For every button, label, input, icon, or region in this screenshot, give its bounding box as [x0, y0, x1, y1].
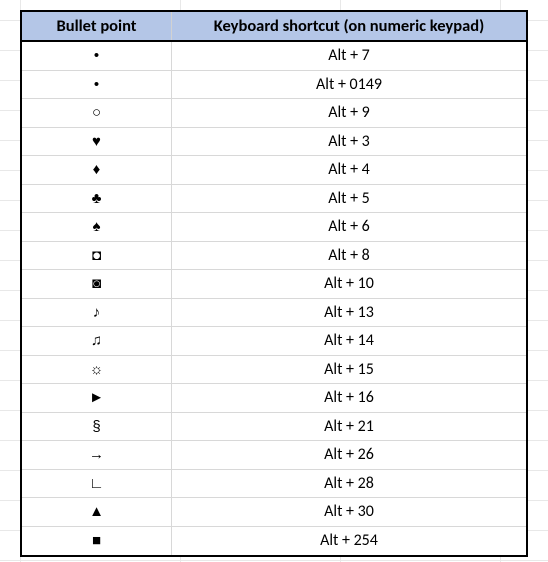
shortcut-table: Bullet point Keyboard shortcut (on numer…	[20, 10, 528, 557]
shortcut-cell: Alt + 4	[172, 156, 526, 184]
bullet-cell: ♣	[22, 185, 172, 213]
table-row: ♣Alt + 5	[22, 185, 526, 214]
shortcut-cell: Alt + 9	[172, 99, 526, 127]
table-row: ♠Alt + 6	[22, 213, 526, 242]
table-row: ○Alt + 9	[22, 99, 526, 128]
header-keyboard-shortcut: Keyboard shortcut (on numeric keypad)	[172, 12, 526, 40]
shortcut-cell: Alt + 15	[172, 356, 526, 384]
table-row: →Alt + 26	[22, 441, 526, 470]
bullet-cell: →	[22, 441, 172, 469]
table-row: ∟Alt + 28	[22, 470, 526, 499]
shortcut-cell: Alt + 3	[172, 128, 526, 156]
bullet-cell: ◘	[22, 242, 172, 270]
table-row: ♪Alt + 13	[22, 299, 526, 328]
shortcut-cell: Alt + 14	[172, 327, 526, 355]
bullet-cell: ■	[22, 527, 172, 556]
table-row: ♦Alt + 4	[22, 156, 526, 185]
table-row: ♥Alt + 3	[22, 128, 526, 157]
shortcut-cell: Alt + 7	[172, 42, 526, 70]
bullet-cell: ♠	[22, 213, 172, 241]
bullet-cell: ▲	[22, 498, 172, 526]
bullet-cell: ♫	[22, 327, 172, 355]
table-body: •Alt + 7•Alt + 0149○Alt + 9♥Alt + 3♦Alt …	[22, 42, 526, 555]
bullet-cell: ♦	[22, 156, 172, 184]
table-row: ◙Alt + 10	[22, 270, 526, 299]
table-header-row: Bullet point Keyboard shortcut (on numer…	[22, 12, 526, 42]
shortcut-cell: Alt + 26	[172, 441, 526, 469]
shortcut-cell: Alt + 28	[172, 470, 526, 498]
bullet-cell: •	[22, 71, 172, 99]
table-row: •Alt + 0149	[22, 71, 526, 100]
shortcut-cell: Alt + 13	[172, 299, 526, 327]
bullet-cell: ☼	[22, 356, 172, 384]
shortcut-cell: Alt + 0149	[172, 71, 526, 99]
table-row: ♫Alt + 14	[22, 327, 526, 356]
shortcut-cell: Alt + 6	[172, 213, 526, 241]
bullet-cell: ∟	[22, 470, 172, 498]
bullet-cell: ♥	[22, 128, 172, 156]
table-row: ►Alt + 16	[22, 384, 526, 413]
bullet-cell: ♪	[22, 299, 172, 327]
bullet-cell: ►	[22, 384, 172, 412]
table-row: •Alt + 7	[22, 42, 526, 71]
table-row: ☼Alt + 15	[22, 356, 526, 385]
shortcut-cell: Alt + 21	[172, 413, 526, 441]
header-bullet-point: Bullet point	[22, 12, 172, 40]
bullet-cell: ○	[22, 99, 172, 127]
shortcut-cell: Alt + 10	[172, 270, 526, 298]
bullet-cell: ◙	[22, 270, 172, 298]
table-row: §Alt + 21	[22, 413, 526, 442]
table-row: ■Alt + 254	[22, 527, 526, 556]
shortcut-cell: Alt + 8	[172, 242, 526, 270]
shortcut-cell: Alt + 16	[172, 384, 526, 412]
table-row: ◘Alt + 8	[22, 242, 526, 271]
shortcut-cell: Alt + 254	[172, 527, 526, 556]
bullet-cell: §	[22, 413, 172, 441]
shortcut-cell: Alt + 30	[172, 498, 526, 526]
table-row: ▲Alt + 30	[22, 498, 526, 527]
bullet-cell: •	[22, 42, 172, 70]
shortcut-cell: Alt + 5	[172, 185, 526, 213]
